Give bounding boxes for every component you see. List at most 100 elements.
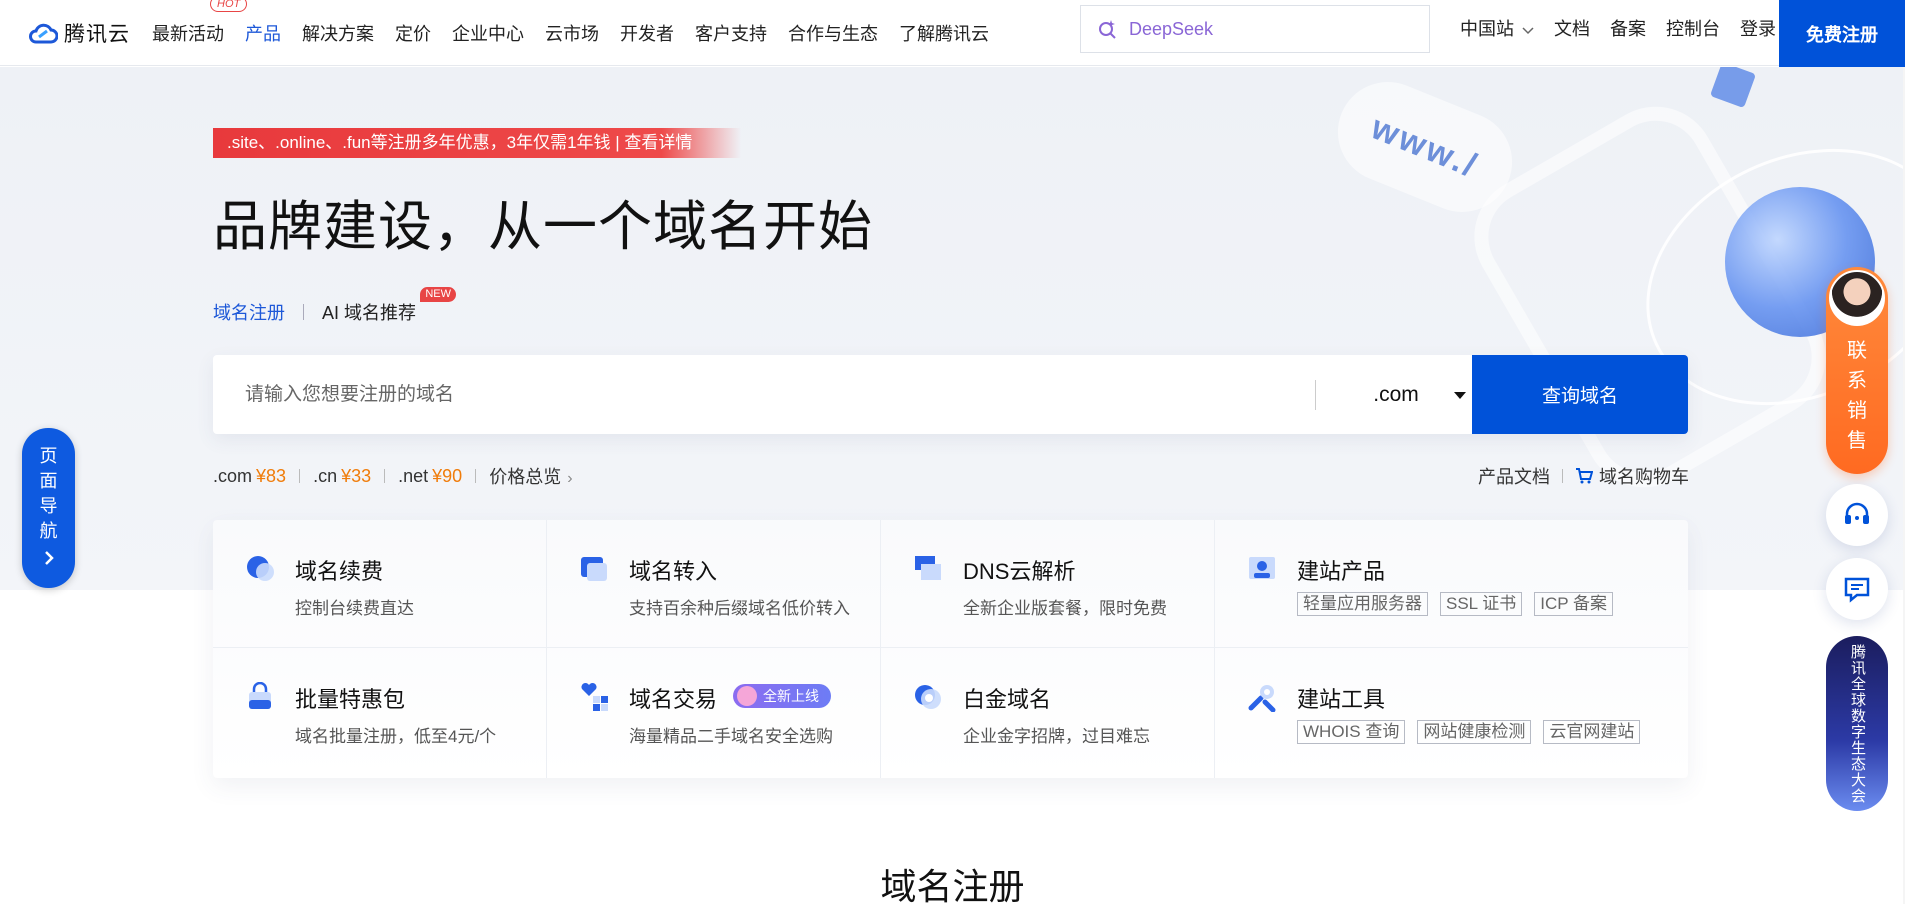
nav-item-partners[interactable]: 合作与生态 — [788, 20, 878, 46]
tld-label: .com — [213, 465, 253, 486]
feature-title: 批量特惠包 — [295, 687, 406, 712]
hero-banner: www./ .site、.online、.fun等注册多年优惠，3年仅需1年钱 … — [0, 67, 1905, 590]
hero-right-links: 产品文档 域名购物车 — [1478, 463, 1689, 489]
nav-search-input[interactable] — [1129, 18, 1389, 40]
price-overview-label: 价格总览 — [489, 467, 562, 487]
feature-subtitle: 域名批量注册，低至4元/个 — [295, 727, 497, 746]
page-nav-char: 导 — [39, 496, 58, 516]
region-selector[interactable]: 中国站 — [1460, 15, 1534, 41]
price-value: ¥33 — [341, 465, 372, 486]
tld-selected-value: .com — [1373, 382, 1419, 406]
tld-label: .cn — [313, 465, 338, 486]
price-com[interactable]: .com ¥83 — [213, 466, 286, 487]
wrench-icon — [1248, 685, 1276, 712]
feature-grid: 域名续费 控制台续费直达 域名转入 支持百余种后缀域名低价转入 DNS云解析 全… — [213, 520, 1688, 778]
region-label: 中国站 — [1460, 19, 1514, 39]
tab-domain-register[interactable]: 域名注册 — [213, 299, 285, 325]
contact-sales-button[interactable]: 联 系 销 售 — [1826, 267, 1888, 474]
price-overview-link[interactable]: 价格总览 › — [489, 463, 572, 489]
chat-icon — [1844, 577, 1870, 603]
tag-list: 轻量应用服务器 SSL 证书 ICP 备案 — [1297, 592, 1625, 616]
tag-ssl[interactable]: SSL 证书 — [1440, 592, 1523, 616]
free-register-button[interactable]: 免费注册 — [1779, 0, 1905, 67]
price-cn[interactable]: .cn ¥33 — [313, 466, 371, 487]
caret-down-icon — [1454, 391, 1466, 399]
tab-ai-recommend[interactable]: AI 域名推荐 NEW — [322, 287, 457, 325]
nav-label: 最新活动 — [152, 23, 224, 44]
feature-domain-trade[interactable]: 域名交易 全新上线 海量精品二手域名安全选购 — [547, 648, 881, 778]
headset-icon — [1845, 502, 1869, 524]
sales-char: 系 — [1847, 370, 1867, 392]
price-net[interactable]: .net ¥90 — [398, 466, 462, 487]
tag-whois[interactable]: WHOIS 查询 — [1297, 720, 1406, 744]
nav-filing-link[interactable]: 备案 — [1610, 15, 1646, 41]
nav-item-enterprise[interactable]: 企业中心 — [452, 20, 524, 46]
ai-search-icon — [1099, 20, 1116, 39]
query-domain-button[interactable]: 查询域名 — [1472, 355, 1688, 434]
page-navigation-button[interactable]: 页 面 导 航 — [22, 428, 75, 588]
nav-item-solutions[interactable]: 解决方案 — [302, 20, 374, 46]
domain-search-input[interactable] — [245, 383, 1315, 406]
feature-subtitle: 全新企业版套餐，限时免费 — [963, 599, 1167, 618]
nav-search-box[interactable] — [1080, 5, 1430, 53]
main-menu: 最新活动 HOT 产品 解决方案 定价 企业中心 云市场 开发者 客户支持 合作… — [152, 0, 1010, 46]
price-divider — [475, 469, 477, 483]
feature-title: 域名转入 — [629, 559, 718, 584]
page-nav-char: 面 — [39, 471, 58, 491]
digital-ecosystem-conference-banner[interactable]: 腾讯全球数字生态大会 — [1826, 636, 1888, 811]
feature-title: 域名交易 — [629, 687, 718, 712]
nav-console-link[interactable]: 控制台 — [1666, 15, 1720, 41]
search-tabs: 域名注册 AI 域名推荐 NEW — [213, 287, 457, 325]
chevron-down-icon — [1522, 27, 1534, 35]
promo-banner[interactable]: .site、.online、.fun等注册多年优惠，3年仅需1年钱 | 查看详情 — [213, 128, 741, 158]
nav-item-developers[interactable]: 开发者 — [620, 20, 674, 46]
nav-item-products[interactable]: 产品 — [245, 20, 281, 46]
feature-domain-renew[interactable]: 域名续费 控制台续费直达 — [213, 520, 547, 648]
feedback-button[interactable] — [1826, 558, 1888, 620]
customer-service-button[interactable] — [1826, 484, 1888, 546]
feature-domain-transfer[interactable]: 域名转入 支持百余种后缀域名低价转入 — [547, 520, 881, 648]
new-badge: NEW — [420, 287, 457, 302]
cart-link[interactable]: 域名购物车 — [1575, 463, 1689, 489]
tag-cloud-site[interactable]: 云官网建站 — [1543, 720, 1641, 744]
chevron-right-icon: › — [567, 470, 573, 487]
page-nav-char: 页 — [39, 446, 58, 466]
feature-subtitle: 海量精品二手域名安全选购 — [629, 727, 833, 746]
cube-decoration — [1709, 67, 1757, 109]
tld-dropdown[interactable]: .com — [1316, 383, 1476, 407]
platinum-icon — [915, 685, 941, 709]
nav-item-support[interactable]: 客户支持 — [695, 20, 767, 46]
feature-subtitle: 支持百余种后缀域名低价转入 — [629, 599, 850, 618]
tag-site-health[interactable]: 网站健康检测 — [1417, 720, 1532, 744]
transfer-icon — [581, 557, 607, 581]
nav-docs-link[interactable]: 文档 — [1554, 15, 1590, 41]
nav-right-links: 中国站 文档 备案 控制台 登录 — [1460, 0, 1796, 56]
renew-icon — [247, 556, 274, 581]
price-value: ¥83 — [256, 465, 287, 486]
feature-title: DNS云解析 — [963, 559, 1076, 584]
feature-title: 白金域名 — [963, 687, 1052, 712]
badge-dot — [737, 686, 757, 706]
nav-login-link[interactable]: 登录 — [1740, 15, 1776, 41]
badge-label: 全新上线 — [763, 688, 819, 704]
nav-item-latest-activities[interactable]: 最新活动 HOT — [152, 0, 248, 46]
nav-item-about[interactable]: 了解腾讯云 — [899, 20, 989, 46]
tag-lighthouse[interactable]: 轻量应用服务器 — [1297, 592, 1428, 616]
product-docs-link[interactable]: 产品文档 — [1478, 463, 1550, 489]
heart-grid-icon — [581, 682, 608, 711]
bag-icon — [249, 682, 271, 709]
price-value: ¥90 — [432, 465, 463, 486]
hero-title: 品牌建设，从一个域名开始 — [213, 197, 873, 257]
cart-icon — [1576, 468, 1593, 484]
link-divider — [1562, 469, 1563, 483]
tag-icp[interactable]: ICP 备案 — [1534, 592, 1613, 616]
nav-item-marketplace[interactable]: 云市场 — [545, 20, 599, 46]
feature-bulk-package[interactable]: 批量特惠包 域名批量注册，低至4元/个 — [213, 648, 547, 778]
logo[interactable]: 腾讯云 — [28, 0, 130, 66]
nav-item-pricing[interactable]: 定价 — [395, 20, 431, 46]
sales-label: 联 系 销 售 — [1847, 336, 1867, 456]
feature-dns[interactable]: DNS云解析 全新企业版套餐，限时免费 — [881, 520, 1215, 648]
feature-site-products[interactable]: 建站产品 轻量应用服务器 SSL 证书 ICP 备案 — [1215, 520, 1688, 648]
feature-site-tools[interactable]: 建站工具 WHOIS 查询 网站健康检测 云官网建站 — [1215, 648, 1688, 778]
feature-platinum-domain[interactable]: 白金域名 企业金字招牌，过目难忘 — [881, 648, 1215, 778]
